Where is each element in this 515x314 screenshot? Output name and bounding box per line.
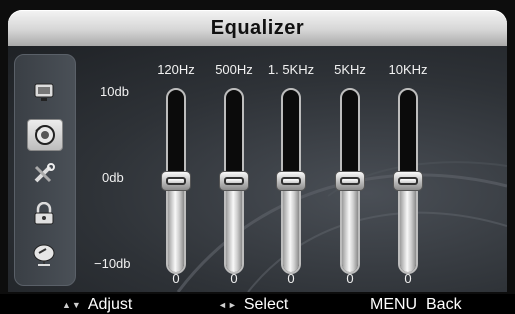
band-slider-fill [168, 181, 184, 272]
up-down-arrows-icon: ▲▼ [62, 300, 82, 310]
band-slider-knob[interactable] [276, 171, 306, 191]
scale-mid-label: 0db [102, 170, 124, 185]
band-slider-knob[interactable] [161, 171, 191, 191]
band-slider-fill [283, 181, 299, 272]
band-slider-fill [226, 181, 242, 272]
select-label: Select [243, 296, 289, 313]
background-swirl [176, 161, 507, 292]
channel-dish-icon[interactable] [27, 239, 61, 269]
footer-hints: ▲▼ Adjust ◄► Select MENU Back [0, 294, 515, 314]
select-hint: ◄► Select [218, 296, 288, 314]
band-slider-fill [400, 181, 416, 272]
band-slider-knob[interactable] [219, 171, 249, 191]
title-bar: Equalizer [8, 10, 507, 48]
scale-bottom-label: −10db [94, 256, 131, 271]
sound-icon[interactable] [27, 119, 63, 151]
band-slider-knob[interactable] [393, 171, 423, 191]
left-right-arrows-icon: ◄► [218, 300, 238, 310]
scale-top-label: 10db [100, 84, 129, 99]
band-value-label: 0 [404, 271, 412, 286]
equalizer-panel [8, 46, 507, 292]
adjust-label: Adjust [87, 296, 133, 313]
band-slider-knob[interactable] [335, 171, 365, 191]
adjust-hint: ▲▼ Adjust [62, 296, 132, 314]
lock-icon[interactable] [27, 199, 61, 229]
setup-tools-icon[interactable] [27, 159, 61, 189]
menu-sidebar [14, 54, 76, 286]
band-frequency-label: 10KHz [388, 62, 428, 77]
band-value-label: 0 [172, 271, 180, 286]
band-value-label: 0 [287, 271, 295, 286]
back-label: MENU Back [370, 296, 462, 313]
picture-icon[interactable] [27, 77, 61, 107]
band-value-label: 0 [346, 271, 354, 286]
back-hint: MENU Back [370, 296, 462, 314]
band-value-label: 0 [230, 271, 238, 286]
page-title: Equalizer [210, 17, 305, 39]
band-slider-fill [342, 181, 358, 272]
